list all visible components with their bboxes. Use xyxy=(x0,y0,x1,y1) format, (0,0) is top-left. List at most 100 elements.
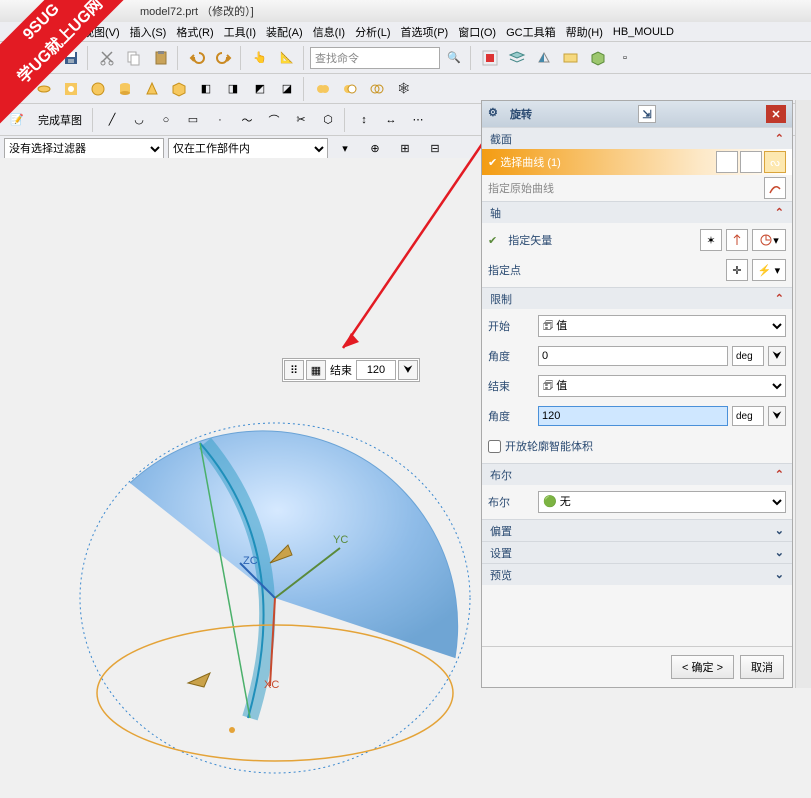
sketch-section-icon[interactable]: ▨ xyxy=(740,151,762,173)
section-preview[interactable]: 预览⌄ xyxy=(482,563,792,585)
menu-assem[interactable]: 装配(A) xyxy=(263,23,306,41)
section-boolean[interactable]: 布尔⌃ xyxy=(482,463,792,485)
section-settings[interactable]: 设置⌄ xyxy=(482,541,792,563)
unit-label2: deg xyxy=(732,406,764,426)
poly-icon[interactable]: ⬡ xyxy=(315,107,341,133)
close-icon[interactable]: ✕ xyxy=(766,105,786,123)
vector-reverse-icon[interactable] xyxy=(726,229,748,251)
trim-icon[interactable]: ✂ xyxy=(288,107,314,133)
gear-icon[interactable]: ⚙ xyxy=(488,106,504,122)
circle-icon[interactable]: ○ xyxy=(153,107,179,133)
rev-icon[interactable] xyxy=(31,76,57,102)
search-icon[interactable]: 🔍 xyxy=(441,45,467,71)
quick-arrow-icon[interactable]: ⮟ xyxy=(398,360,418,380)
section-offset[interactable]: 偏置⌄ xyxy=(482,519,792,541)
menu-prefs[interactable]: 首选项(P) xyxy=(398,23,452,41)
end-angle-drop-icon[interactable]: ⮟ xyxy=(768,406,786,426)
open-profile-checkbox[interactable] xyxy=(488,440,501,453)
point-method-select[interactable]: ⚡ ▾ xyxy=(752,259,786,281)
ok-button[interactable]: < 确定 > xyxy=(671,655,734,679)
vertical-scrollbar[interactable] xyxy=(795,100,811,688)
h-icon[interactable]: ↔ xyxy=(378,107,404,133)
menu-window[interactable]: 窗口(O) xyxy=(455,23,499,41)
spec-point-row: 指定点 ✛ ⚡ ▾ xyxy=(488,257,786,283)
orig-curve-icon[interactable] xyxy=(764,177,786,199)
fillet-icon[interactable]: ⌒ xyxy=(261,107,287,133)
line-icon[interactable]: ╱ xyxy=(99,107,125,133)
select-curve-row[interactable]: ✔ 选择曲线 (1) ✶ ▨ ᔓ xyxy=(482,149,792,175)
curve-rule-icon[interactable]: ᔓ xyxy=(764,151,786,173)
section-axis[interactable]: 轴⌃ xyxy=(482,201,792,223)
end-angle-input[interactable] xyxy=(538,406,728,426)
point-icon[interactable]: · xyxy=(207,107,233,133)
feat2-icon[interactable]: ◨ xyxy=(220,76,246,102)
cyl-icon[interactable] xyxy=(112,76,138,102)
feat-icon[interactable]: ◧ xyxy=(193,76,219,102)
vector-method-select[interactable]: ▾ xyxy=(752,229,786,251)
cut-icon[interactable] xyxy=(94,45,120,71)
start-angle-drop-icon[interactable]: ⮟ xyxy=(768,346,786,366)
box-icon[interactable] xyxy=(585,45,611,71)
end-type-select[interactable]: 🗊 值 xyxy=(538,375,786,397)
render-icon[interactable] xyxy=(531,45,557,71)
boolean-select[interactable]: 🟢 无 xyxy=(538,491,786,513)
command-search-input[interactable]: 查找命令 xyxy=(310,47,440,69)
intersect-icon[interactable]: ✶ xyxy=(716,151,738,173)
sketch-icon[interactable]: 📝 xyxy=(4,107,30,133)
title-bar: model72.prt （修改的）] xyxy=(0,0,811,22)
start-type-select[interactable]: 🗊 值 xyxy=(538,315,786,337)
scope-filter-select[interactable]: 仅在工作部件内 xyxy=(168,138,328,160)
sphere-icon[interactable] xyxy=(85,76,111,102)
expr-icon[interactable]: 📐 xyxy=(274,45,300,71)
open-icon[interactable] xyxy=(31,45,57,71)
rect-icon[interactable]: ▭ xyxy=(180,107,206,133)
more-icon[interactable]: ⋯ xyxy=(405,107,431,133)
paste-icon[interactable] xyxy=(148,45,174,71)
new-icon[interactable] xyxy=(4,45,30,71)
menu-analysis[interactable]: 分析(L) xyxy=(352,23,393,41)
section-limits[interactable]: 限制⌃ xyxy=(482,287,792,309)
ext-icon[interactable] xyxy=(4,76,30,102)
feat3-icon[interactable]: ◩ xyxy=(247,76,273,102)
undo-icon[interactable] xyxy=(184,45,210,71)
finish-sketch-button[interactable]: 完成草图 xyxy=(31,107,89,133)
misc-icon[interactable]: ▫ xyxy=(612,45,638,71)
menu-gctool[interactable]: GC工具箱 xyxy=(503,23,559,41)
section-section[interactable]: 截面⌃ xyxy=(482,127,792,149)
cancel-button[interactable]: 取消 xyxy=(740,655,784,679)
menu-hbmould[interactable]: HB_MOULD xyxy=(610,25,677,39)
quick-grip-icon[interactable]: ⠿ xyxy=(284,360,304,380)
menu-insert[interactable]: 插入(S) xyxy=(127,23,170,41)
save-icon[interactable] xyxy=(58,45,84,71)
type-filter-select[interactable]: 没有选择过滤器 xyxy=(4,138,164,160)
feat4-icon[interactable]: ◪ xyxy=(274,76,300,102)
subtr-icon[interactable] xyxy=(337,76,363,102)
dim-icon[interactable]: ↕ xyxy=(351,107,377,133)
hole-icon[interactable] xyxy=(58,76,84,102)
inter-icon[interactable] xyxy=(364,76,390,102)
quick-value-input[interactable] xyxy=(356,360,396,380)
fit-icon[interactable] xyxy=(477,45,503,71)
arc-icon[interactable]: ◡ xyxy=(126,107,152,133)
model-sphere: YC ZC XC xyxy=(70,388,480,798)
menu-tools[interactable]: 工具(I) xyxy=(221,23,259,41)
cone-icon[interactable] xyxy=(139,76,165,102)
pin-icon[interactable]: ⇲ xyxy=(638,105,656,123)
point-snap-icon[interactable]: ✛ xyxy=(726,259,748,281)
redo-icon[interactable] xyxy=(211,45,237,71)
folder2-icon[interactable] xyxy=(558,45,584,71)
copy-icon[interactable] xyxy=(121,45,147,71)
surf-icon[interactable]: 🕸 xyxy=(391,76,417,102)
menu-help[interactable]: 帮助(H) xyxy=(563,23,606,41)
spline-icon[interactable]: ～ xyxy=(234,107,260,133)
unite-icon[interactable] xyxy=(310,76,336,102)
layer-icon[interactable] xyxy=(504,45,530,71)
quick-type-icon[interactable]: ▦ xyxy=(306,360,326,380)
menu-info[interactable]: 信息(I) xyxy=(310,23,348,41)
menu-view[interactable]: 视图(V) xyxy=(80,23,123,41)
block-icon[interactable] xyxy=(166,76,192,102)
menu-format[interactable]: 格式(R) xyxy=(173,23,216,41)
touch-icon[interactable]: 👆 xyxy=(247,45,273,71)
vector-snap-icon[interactable]: ✶ xyxy=(700,229,722,251)
start-angle-input[interactable] xyxy=(538,346,728,366)
